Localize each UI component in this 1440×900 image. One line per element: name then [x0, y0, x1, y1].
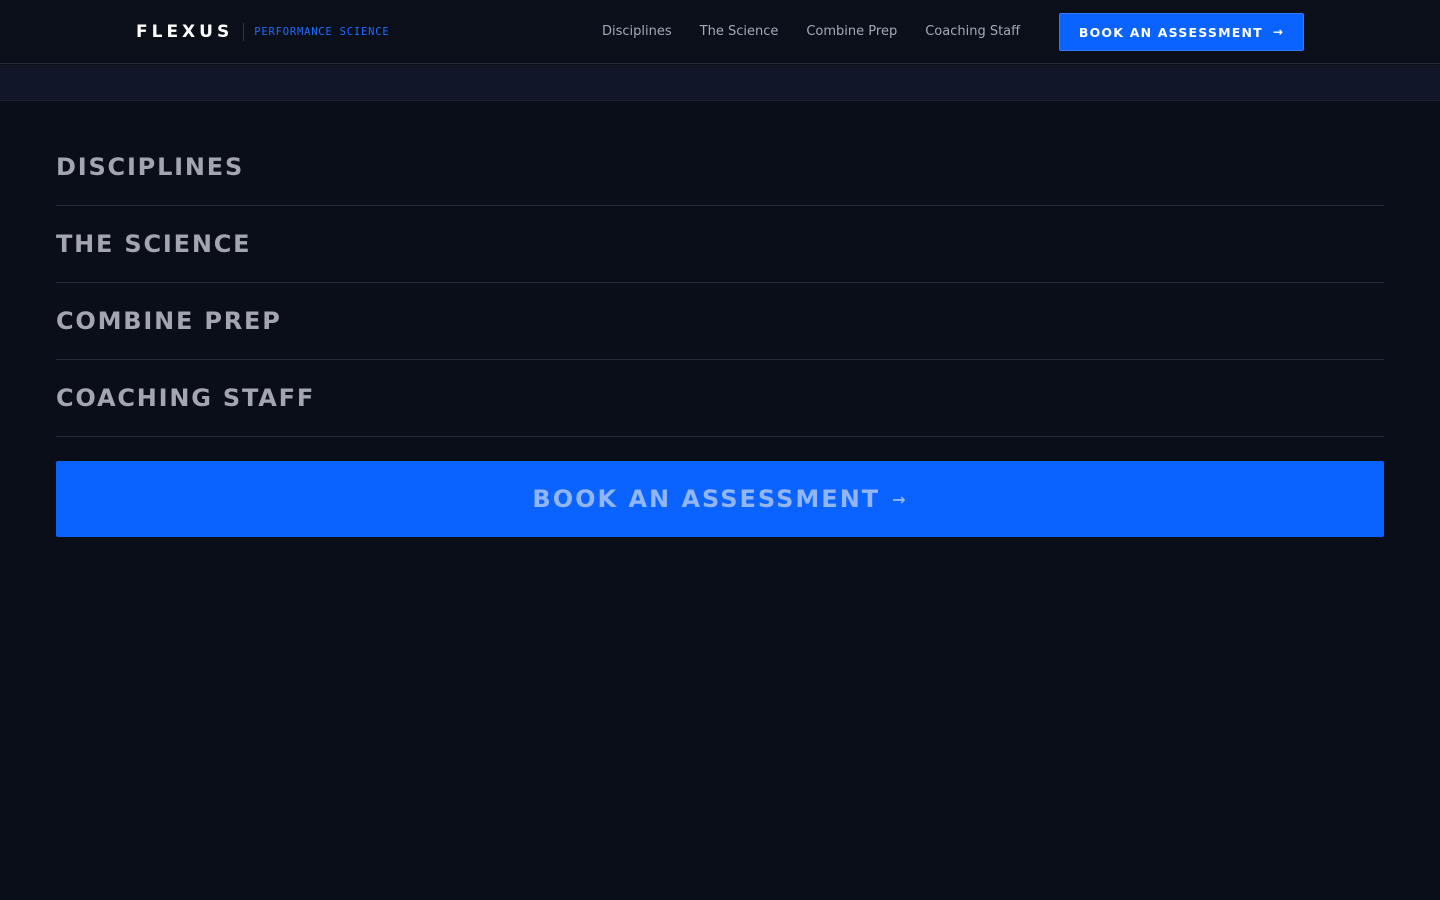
- menu-item-the-science[interactable]: THE SCIENCE: [56, 206, 1384, 283]
- nav-link-coaching-staff[interactable]: Coaching Staff: [925, 20, 1020, 44]
- menu-item-coaching-staff[interactable]: COACHING STAFF: [56, 360, 1384, 437]
- nav-link-disciplines[interactable]: Disciplines: [602, 20, 672, 44]
- sub-header-strip: [0, 65, 1440, 101]
- brand-divider: [243, 23, 245, 41]
- book-assessment-button[interactable]: BOOK AN ASSESSMENT →: [1059, 13, 1304, 51]
- mobile-menu: DISCIPLINES THE SCIENCE COMBINE PREP COA…: [56, 129, 1384, 437]
- brand-logo[interactable]: FLEXUS PERFORMANCE SCIENCE: [136, 20, 390, 44]
- brand-name: FLEXUS: [136, 22, 234, 42]
- book-assessment-label: BOOK AN ASSESSMENT: [1078, 24, 1263, 40]
- primary-nav: Disciplines The Science Combine Prep Coa…: [602, 20, 1020, 44]
- arrow-right-icon: →: [892, 489, 908, 509]
- menu-book-assessment-label: BOOK AN ASSESSMENT: [532, 485, 881, 513]
- menu-item-disciplines[interactable]: DISCIPLINES: [56, 129, 1384, 206]
- nav-link-the-science[interactable]: The Science: [700, 20, 779, 44]
- top-navigation-bar: FLEXUS PERFORMANCE SCIENCE Disciplines T…: [0, 0, 1440, 64]
- brand-tagline: PERFORMANCE SCIENCE: [254, 26, 390, 38]
- arrow-right-icon: →: [1272, 25, 1285, 39]
- nav-link-combine-prep[interactable]: Combine Prep: [806, 20, 897, 44]
- menu-item-combine-prep[interactable]: COMBINE PREP: [56, 283, 1384, 360]
- menu-book-assessment-button[interactable]: BOOK AN ASSESSMENT →: [56, 461, 1384, 537]
